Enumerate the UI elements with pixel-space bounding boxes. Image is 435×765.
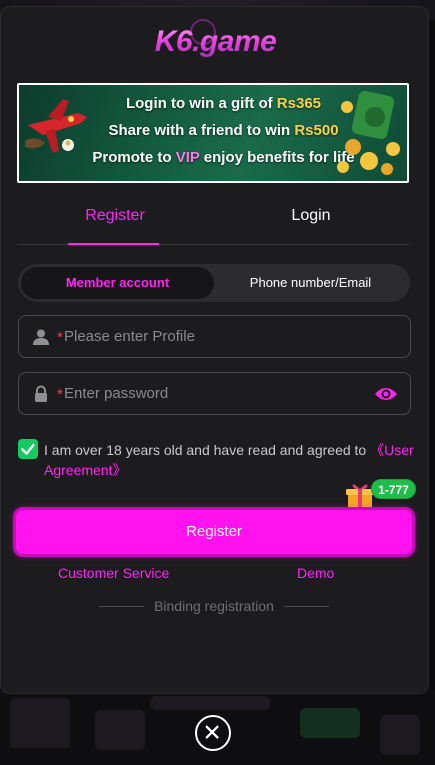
account-type-toggle: Member account Phone number/Email <box>18 264 410 302</box>
agreement-text: I am over 18 years old and have read and… <box>44 442 414 478</box>
tab-register[interactable]: Register <box>17 203 213 245</box>
auth-tabs: Register Login <box>17 203 409 245</box>
active-tab-indicator <box>68 243 159 245</box>
customer-service-link[interactable]: Customer Service <box>58 565 169 581</box>
profile-input[interactable] <box>64 316 364 357</box>
lock-icon <box>35 385 47 402</box>
promo-banner[interactable]: Login to win a gift of Rs365 Share with … <box>17 83 409 183</box>
divider-line <box>284 606 329 607</box>
phone-email-option[interactable]: Phone number/Email <box>214 267 407 299</box>
agreement-checkbox[interactable] <box>18 439 38 459</box>
banner-line-3: Promote to VIP enjoy benefits for life <box>92 149 355 166</box>
register-button[interactable]: Register <box>13 507 415 557</box>
member-account-option[interactable]: Member account <box>21 267 214 299</box>
binding-registration-divider: Binding registration <box>99 598 329 614</box>
checkmark-icon <box>21 443 35 455</box>
required-mark: * <box>57 386 63 403</box>
coins-icon <box>337 90 400 175</box>
profile-field: * <box>18 315 411 358</box>
banner-line-1: Login to win a gift of Rs365 <box>125 95 321 112</box>
password-field: * <box>18 372 411 415</box>
tab-login[interactable]: Login <box>213 203 409 245</box>
banner-line-2: Share with a friend to win Rs500 <box>108 122 339 139</box>
promo-badge[interactable]: 1-777 <box>371 479 416 499</box>
user-icon <box>33 329 49 345</box>
eye-icon[interactable] <box>374 384 398 404</box>
password-input[interactable] <box>64 373 364 414</box>
required-mark: * <box>57 329 63 346</box>
close-icon[interactable] <box>195 715 231 751</box>
site-logo: K6.game <box>1 25 430 59</box>
demo-link[interactable]: Demo <box>297 565 334 581</box>
register-modal: K6.game Login to win a gift of Rs365 Sha… <box>0 6 429 694</box>
